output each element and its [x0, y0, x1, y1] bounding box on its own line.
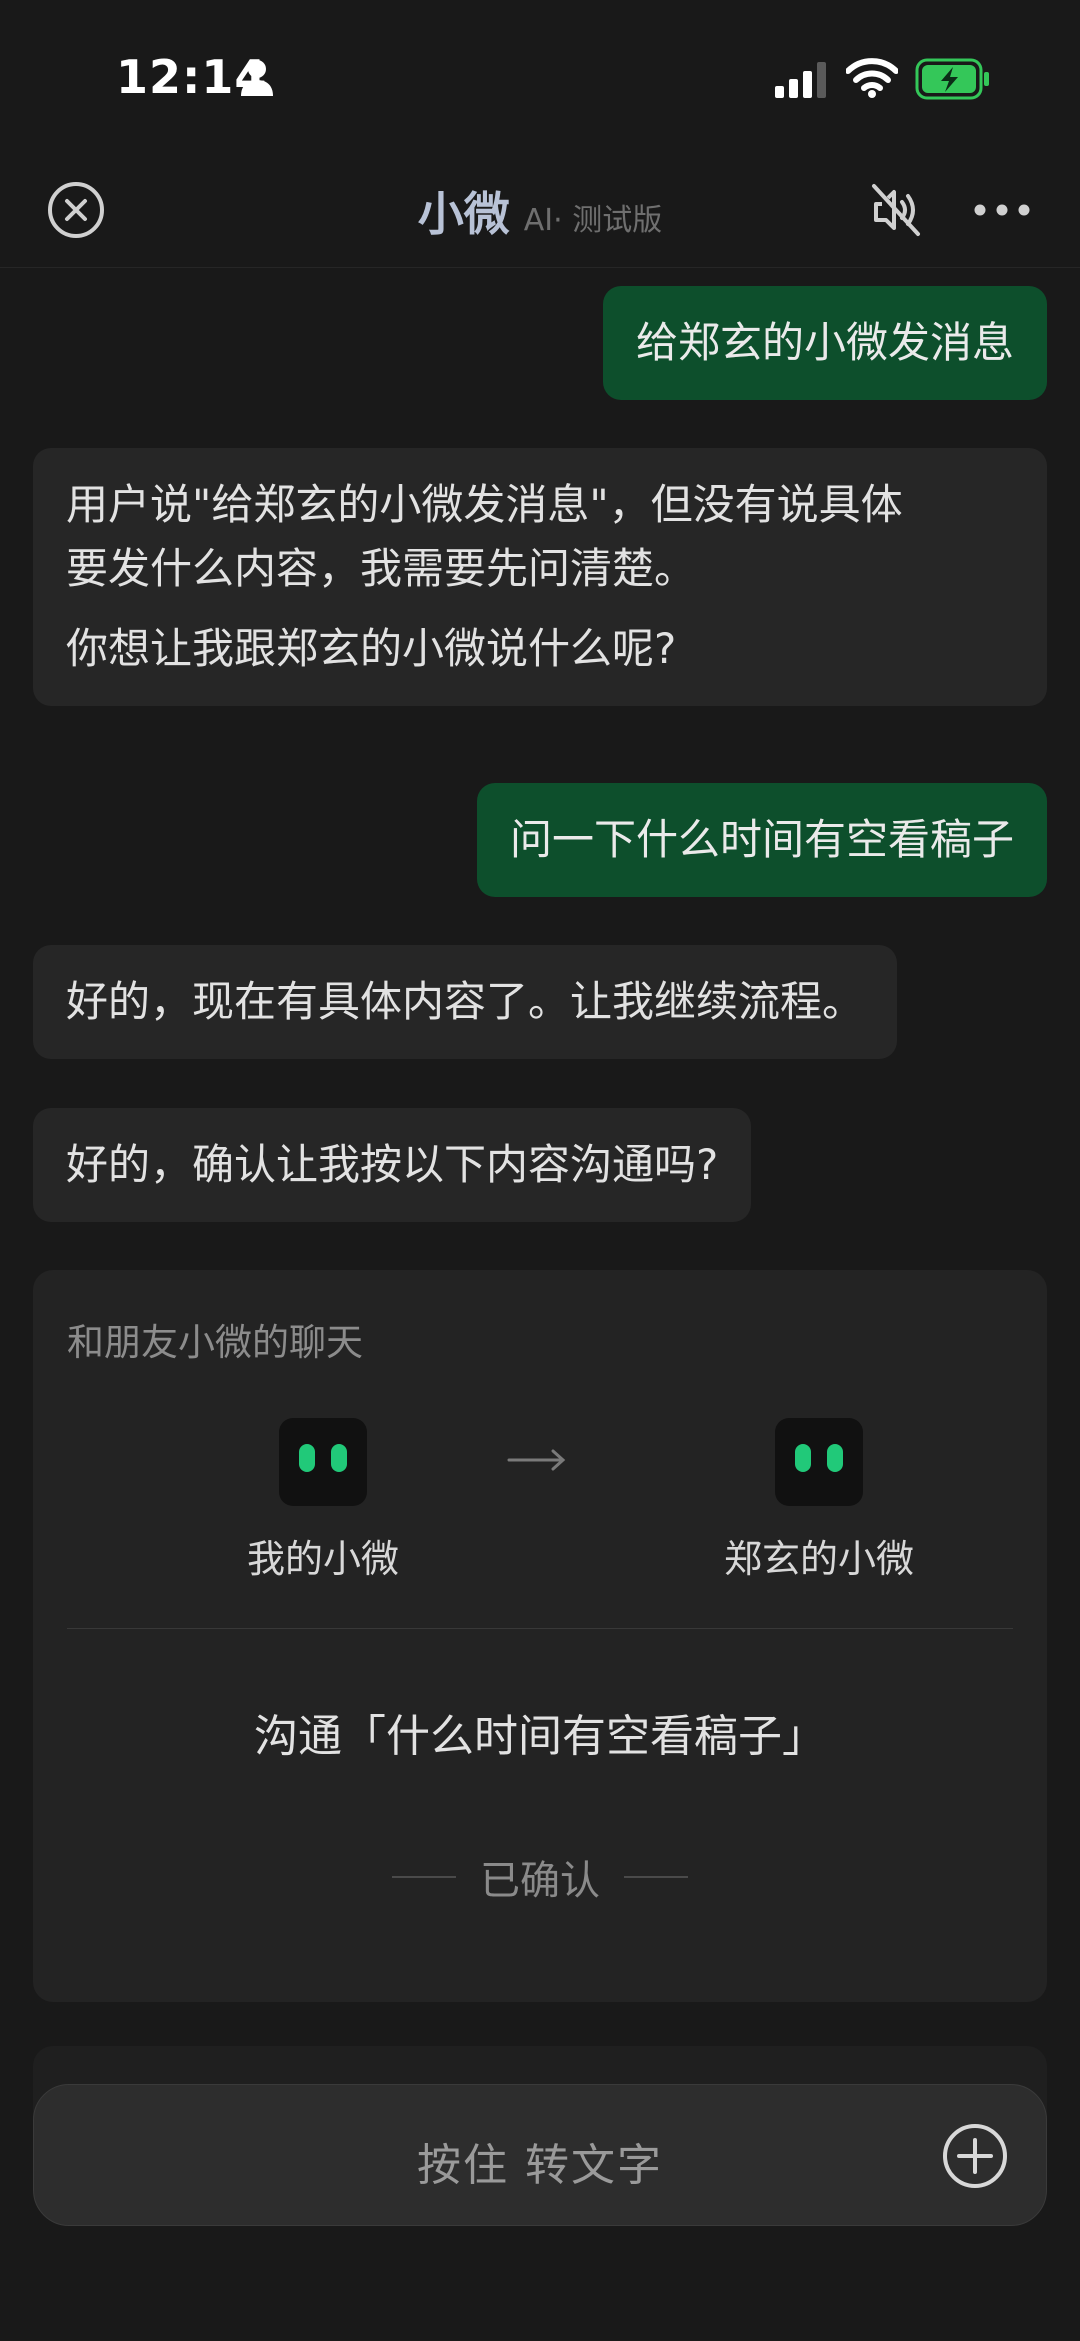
chat-confirm-card[interactable]: 和朋友小微的聊天 我的小微 郑玄的小微 沟通「什么时间有空看稿子」 已确认 [33, 1270, 1047, 2002]
title-text: 小微 [417, 187, 510, 241]
bot-message[interactable]: 用户说"给郑玄的小微发消息"，但没有说具体 要发什么内容，我需要先问清楚。 你想让… [33, 448, 1047, 706]
status-text: 已确认 [480, 1858, 600, 1904]
input-label: 按住 转文字 [417, 2140, 663, 2191]
battery-charging-icon [915, 58, 989, 100]
arrow-right-icon [507, 1449, 566, 1471]
more-icon[interactable] [974, 198, 1030, 222]
user-message[interactable]: 问一下什么时间有空看稿子 [476, 783, 1047, 897]
agent-avatar-icon [279, 1418, 367, 1506]
message-text: 好的，现在有具体内容了。让我继续流程。 [66, 977, 865, 1026]
agent-name: 郑玄的小微 [723, 1537, 914, 1581]
status-line-right [624, 1876, 688, 1878]
nav-header: 小微 AI· 测试版 [0, 150, 1080, 268]
bot-message[interactable]: 好的，确认让我按以下内容沟通吗? [33, 1108, 752, 1222]
subtitle-text: AI· 测试版 [523, 203, 663, 238]
agent-avatar-icon [775, 1418, 863, 1506]
agent-name: 我的小微 [246, 1537, 399, 1581]
agent-from: 我的小微 [213, 1418, 433, 1583]
chat-screen: 12:14 小微 AI· 测试版 给郑玄的小微发消息 用户说"给郑玄的小微发消息… [0, 0, 1080, 2341]
person-icon [241, 60, 273, 96]
user-message[interactable]: 给郑玄的小微发消息 [602, 286, 1047, 400]
wifi-icon [846, 58, 898, 98]
message-text: 好的，确认让我按以下内容沟通吗? [66, 1140, 719, 1189]
card-divider [67, 1628, 1013, 1629]
status-bar: 12:14 [0, 0, 1080, 150]
message-text: 你想让我跟郑玄的小微说什么呢? [66, 624, 677, 673]
status-badge: 已确认 [33, 1848, 1047, 1906]
message-text: 给郑玄的小微发消息 [635, 318, 1014, 367]
card-header: 和朋友小微的聊天 [67, 1321, 363, 1364]
status-line-left [392, 1876, 456, 1878]
message-text: 用户说"给郑玄的小微发消息"，但没有说具体 要发什么内容，我需要先问清楚。 [66, 480, 903, 593]
mute-icon[interactable] [868, 180, 924, 240]
agent-to: 郑玄的小微 [709, 1418, 929, 1583]
message-text: 问一下什么时间有空看稿子 [509, 815, 1014, 864]
plus-circle-icon[interactable] [941, 2122, 1009, 2190]
signal-icon [775, 62, 826, 98]
card-topic: 沟通「什么时间有空看稿子」 [254, 1711, 826, 1762]
hold-to-speak-button[interactable]: 按住 转文字 [33, 2084, 1047, 2226]
bot-message[interactable]: 好的，现在有具体内容了。让我继续流程。 [33, 945, 898, 1059]
